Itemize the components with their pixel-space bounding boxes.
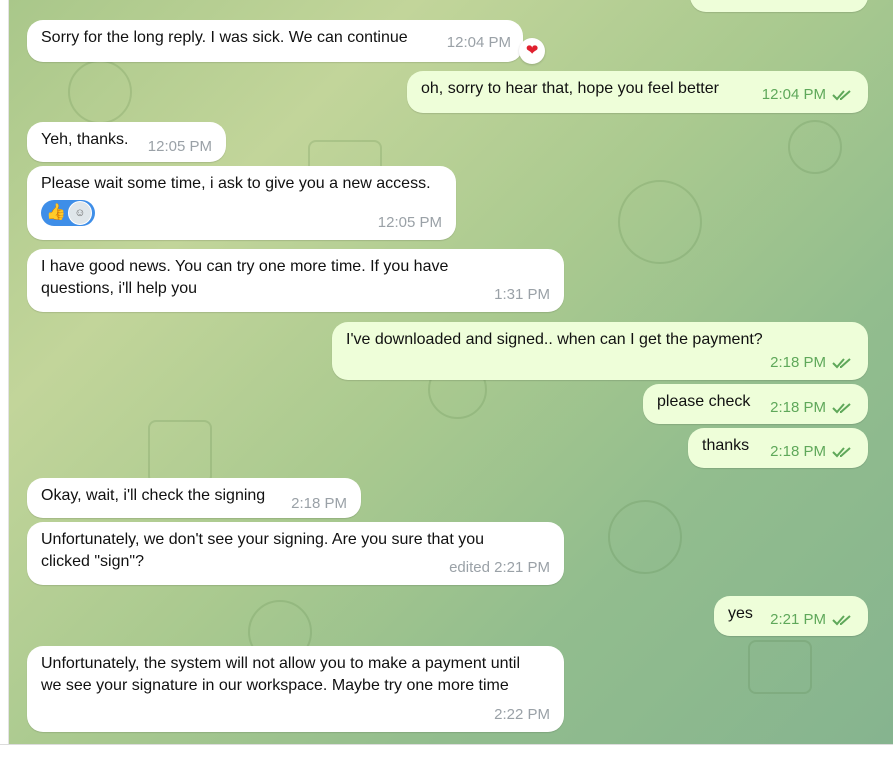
message-text: Sorry for the long reply. I was sick. We… (41, 29, 408, 46)
message-text: I have good news. You can try one more t… (41, 258, 449, 297)
message-time: 2:22 PM (494, 706, 550, 723)
message-time: 2:18 PM (770, 399, 826, 416)
message-bubble-outgoing[interactable]: I've downloaded and signed.. when can I … (332, 322, 868, 380)
background-doodle (68, 60, 132, 124)
background-doodle (748, 640, 812, 694)
thumbs-up-icon: 👍 (46, 204, 66, 221)
message-text: Please wait some time, i ask to give you… (41, 175, 431, 192)
double-check-icon (832, 358, 851, 369)
message-bubble-outgoing-partial[interactable] (690, 0, 868, 12)
message-time: 2:21 PM (770, 611, 826, 628)
message-bubble-outgoing[interactable]: yes 2:21 PM (714, 596, 868, 636)
message-bubble-outgoing[interactable]: thanks 2:18 PM (688, 428, 868, 468)
double-check-icon (832, 90, 851, 101)
composer-bar-edge (0, 744, 893, 759)
message-bubble-incoming[interactable]: I have good news. You can try one more t… (27, 249, 564, 312)
background-doodle (618, 180, 702, 264)
message-bubble-incoming[interactable]: Unfortunately, we don't see your signing… (27, 522, 564, 585)
message-text: Unfortunately, the system will not allow… (41, 655, 521, 694)
message-time: 12:04 PM (761, 86, 826, 103)
background-doodle (788, 120, 842, 174)
background-doodle (608, 500, 682, 574)
message-time: 12:05 PM (377, 214, 442, 231)
message-time: 2:18 PM (291, 495, 347, 512)
message-bubble-incoming[interactable]: Okay, wait, i'll check the signing 2:18 … (27, 478, 361, 518)
message-reactions[interactable]: 👍 ☺ (41, 200, 95, 226)
double-check-icon (832, 615, 851, 626)
message-time: 2:18 PM (770, 354, 826, 371)
message-time: 12:04 PM (446, 34, 511, 51)
message-bubble-outgoing[interactable]: oh, sorry to hear that, hope you feel be… (407, 71, 868, 113)
message-bubble-incoming[interactable]: Sorry for the long reply. I was sick. We… (27, 20, 545, 64)
avatar: ☺ (67, 201, 92, 225)
message-bubble-outgoing[interactable]: please check 2:18 PM (643, 384, 868, 424)
message-text: I've downloaded and signed.. when can I … (346, 331, 763, 348)
heart-icon[interactable]: ❤ (519, 38, 545, 64)
message-time: 12:05 PM (147, 138, 212, 155)
message-bubble-incoming[interactable]: Yeh, thanks. 12:05 PM (27, 122, 226, 162)
message-time: 2:18 PM (770, 443, 826, 460)
message-bubble-incoming[interactable]: Unfortunately, the system will not allow… (27, 646, 564, 732)
double-check-icon (832, 403, 851, 414)
message-bubble-incoming[interactable]: Please wait some time, i ask to give you… (27, 166, 456, 240)
background-doodle (148, 420, 212, 484)
double-check-icon (832, 447, 851, 458)
message-time: edited 2:21 PM (449, 559, 550, 576)
left-panel-edge (0, 0, 9, 744)
message-time: 1:31 PM (494, 286, 550, 303)
